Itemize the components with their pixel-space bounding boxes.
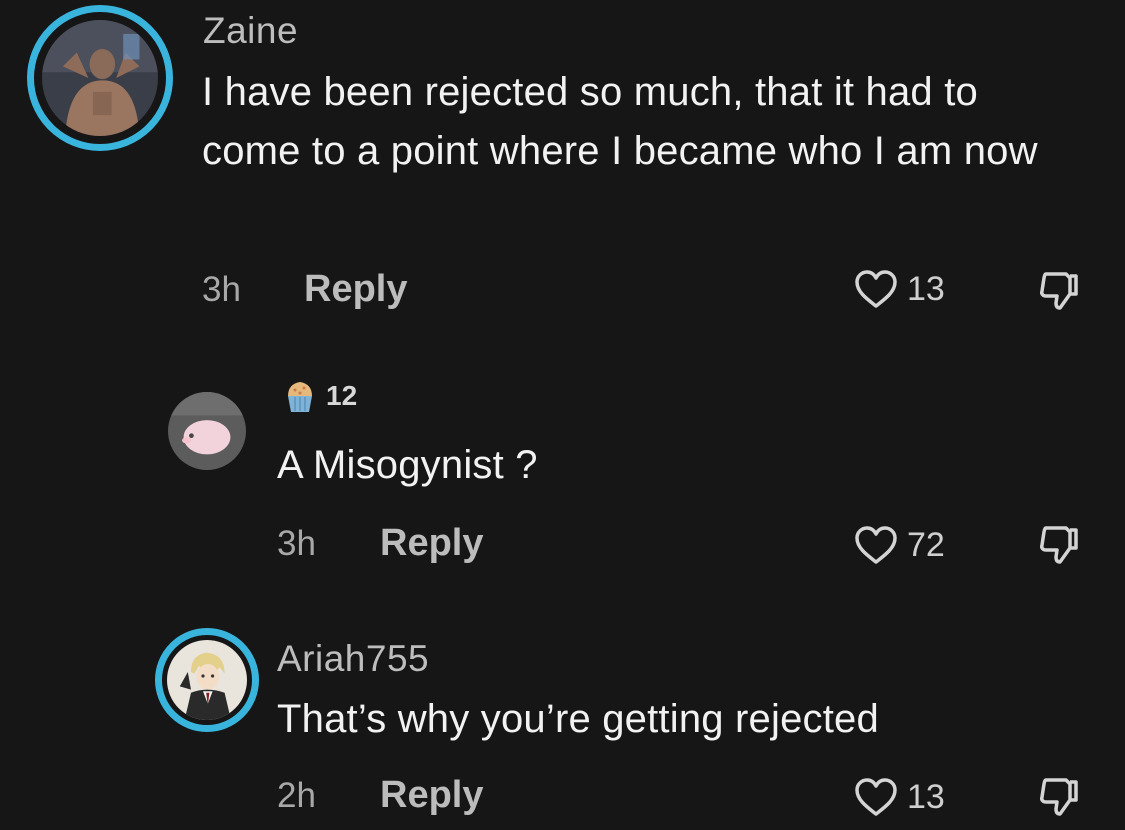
like-count: 13 — [907, 777, 945, 816]
avatar[interactable] — [42, 20, 158, 136]
comment-text: That’s why you’re getting rejected — [277, 697, 879, 741]
reply-button[interactable]: Reply — [304, 268, 407, 311]
avatar-image — [167, 640, 247, 720]
avatar[interactable] — [167, 640, 247, 720]
heart-outline-icon — [853, 268, 899, 310]
comment-item: 12 A Misogynist ? 3h Reply 72 — [0, 340, 1125, 600]
thumbs-down-icon — [1036, 266, 1084, 314]
comment-time: 3h — [202, 270, 241, 309]
avatar-image — [168, 392, 246, 470]
comment-time: 3h — [277, 524, 316, 563]
comment-time: 2h — [277, 776, 316, 815]
heart-outline-icon — [853, 776, 899, 818]
avatar-image — [42, 20, 158, 136]
dislike-button[interactable] — [1036, 266, 1084, 314]
like-count: 72 — [907, 525, 945, 564]
thumbs-down-icon — [1036, 772, 1084, 820]
user-badge: 12 — [280, 376, 357, 416]
like-button[interactable]: 72 — [853, 524, 945, 566]
dislike-button[interactable] — [1036, 772, 1084, 820]
comment-username[interactable]: Zaine — [203, 10, 298, 52]
like-button[interactable]: 13 — [853, 268, 945, 310]
heart-outline-icon — [853, 524, 899, 566]
like-count: 13 — [907, 269, 945, 308]
reply-button[interactable]: Reply — [380, 522, 483, 565]
thumbs-down-icon — [1036, 520, 1084, 568]
comment-text: A Misogynist ? — [277, 443, 538, 487]
comment-text: I have been rejected so much, that it ha… — [202, 70, 1038, 173]
like-button[interactable]: 13 — [853, 776, 945, 818]
badge-count: 12 — [326, 380, 358, 411]
cupcake-icon — [280, 376, 320, 416]
dislike-button[interactable] — [1036, 520, 1084, 568]
comment-item: Zaine I have been rejected so much, that… — [0, 0, 1125, 340]
comment-item: Ariah755 That’s why you’re getting rejec… — [0, 600, 1125, 830]
reply-button[interactable]: Reply — [380, 774, 483, 817]
comment-username[interactable]: Ariah755 — [277, 638, 429, 680]
avatar[interactable] — [168, 392, 246, 470]
